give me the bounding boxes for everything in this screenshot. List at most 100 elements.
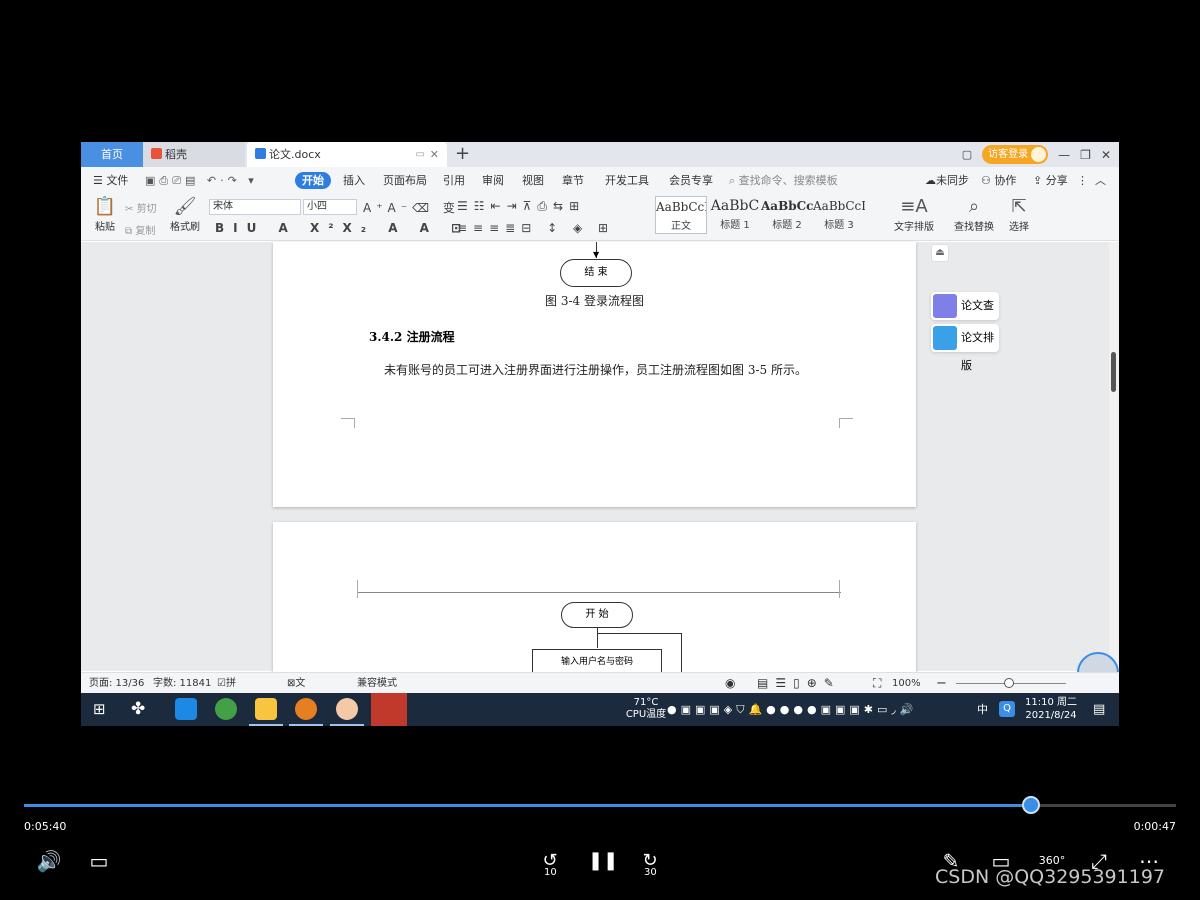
tab-insert[interactable]: 插入: [343, 167, 365, 194]
scrollbar-thumb[interactable]: [1111, 352, 1116, 392]
close-tab-icon[interactable]: ✕: [430, 142, 439, 167]
style-heading-1[interactable]: AaBbC 标题 1: [709, 196, 761, 234]
find-replace-button[interactable]: ⌕ 查找替换: [947, 196, 1001, 233]
font-size-tools[interactable]: A⁺A⁻⌫ 变: [363, 199, 460, 216]
ime-indicator[interactable]: 中: [977, 693, 988, 726]
collapse-ribbon-icon[interactable]: ︿: [1095, 167, 1106, 194]
margin-mark: [341, 418, 355, 428]
document-page[interactable]: 开 始 输入用户名与密码: [273, 522, 916, 682]
font-style-tools[interactable]: BIU A X²X₂ A A ⊡: [215, 221, 470, 235]
restore-icon[interactable]: ❐: [1080, 148, 1091, 162]
paste-button[interactable]: 📋 粘贴: [89, 196, 121, 233]
style-normal[interactable]: AaBbCcI 正文: [655, 196, 707, 234]
font-size-select[interactable]: 小四: [303, 199, 357, 215]
text-layout-button[interactable]: ≡A 文字排版: [887, 196, 941, 233]
view-mode-icons[interactable]: ▤☰▯⊕✎: [757, 673, 841, 694]
share-button[interactable]: ⇪ 分享: [1033, 167, 1068, 194]
vertical-scrollbar[interactable]: [1109, 242, 1119, 671]
format-painter-button[interactable]: 🖌 格式刷: [167, 196, 203, 233]
zoom-level[interactable]: 100%: [892, 673, 921, 694]
forward-seconds: 30: [644, 867, 657, 878]
collapse-panel-icon[interactable]: ⏏: [931, 244, 949, 262]
select-button[interactable]: ⇱ 选择: [1001, 196, 1037, 233]
zoom-slider-knob[interactable]: [1004, 678, 1014, 688]
folder-icon[interactable]: [255, 698, 277, 720]
thesis-check-button[interactable]: 论文查重: [931, 292, 999, 340]
volume-icon[interactable]: 🔊: [36, 847, 62, 875]
cut-button[interactable]: ✂ 剪切: [125, 200, 157, 215]
command-search[interactable]: ⌕ 查找命令、搜索模板: [729, 167, 838, 194]
style-sample: AaBbCcI: [813, 199, 865, 213]
thesis-layout-button[interactable]: 论文排版: [931, 324, 999, 372]
forward-button[interactable]: ↻ 30: [636, 847, 664, 878]
more-icon[interactable]: ⋮: [1077, 167, 1088, 194]
word-count: 字数: 11841: [153, 678, 212, 689]
taskbar-active-indicator: [289, 724, 323, 726]
tab-daoke[interactable]: 稻壳: [143, 142, 245, 167]
fit-page-icon[interactable]: ⛶: [873, 673, 881, 694]
proofread-button[interactable]: ⊠文档校对: [287, 673, 305, 726]
cpu-temp-label: CPU温度: [625, 709, 667, 720]
file-menu[interactable]: ☰ 文件: [93, 167, 128, 194]
copy-button[interactable]: ⧉ 复制: [125, 222, 155, 237]
taskbar-clock[interactable]: 11:10 周二 2021/8/24: [1021, 696, 1081, 722]
layout-doc-icon: [933, 326, 957, 350]
collab-label: 协作: [994, 174, 1017, 187]
tab-view[interactable]: 视图: [522, 167, 544, 194]
tab-home[interactable]: 首页: [81, 142, 143, 167]
minimize-icon[interactable]: —: [1058, 148, 1070, 162]
list-tools[interactable]: ☰☷⇤⇥⊼⎙⇆⊞: [457, 199, 585, 214]
ie-icon[interactable]: [175, 698, 197, 720]
layout-icon[interactable]: ▢: [962, 148, 972, 161]
media-app-icon[interactable]: [295, 698, 317, 720]
new-tab-button[interactable]: +: [455, 142, 470, 166]
clock-date: 2021/8/24: [1025, 710, 1077, 721]
progress-handle[interactable]: [1021, 796, 1040, 814]
font-name-select[interactable]: 宋体: [209, 199, 301, 215]
align-tools[interactable]: ≡≡≡≣⊟ ↕ ◈ ⊞: [457, 221, 614, 235]
rewind-button[interactable]: ↺ 10: [536, 847, 564, 878]
tab-dev-tools[interactable]: 开发工具: [605, 167, 649, 194]
browser-icon[interactable]: [215, 698, 237, 720]
user-app-icon[interactable]: [336, 698, 358, 720]
tab-page-layout[interactable]: 页面布局: [383, 167, 427, 194]
eye-icon[interactable]: ◉: [725, 673, 735, 694]
tab-references[interactable]: 引用: [443, 167, 465, 194]
close-window-icon[interactable]: ✕: [1101, 148, 1111, 162]
word-doc-icon: [255, 148, 266, 159]
windows-start-icon[interactable]: ⊞: [93, 700, 106, 718]
qq-tray-icon[interactable]: Q: [999, 701, 1015, 717]
style-heading-3[interactable]: AaBbCcI 标题 3: [813, 196, 865, 234]
header-rule: [357, 592, 841, 593]
document-page[interactable]: ▼ 结 束 图 3-4 登录流程图 3.4.2 注册流程 未有账号的员工可进入注…: [273, 242, 916, 507]
subtitle-icon[interactable]: ▭: [86, 847, 112, 875]
pinwheel-icon[interactable]: ✤: [131, 699, 145, 719]
login-button[interactable]: 访客登录: [982, 145, 1049, 164]
zoom-out-icon[interactable]: −: [936, 673, 947, 694]
pause-button[interactable]: ❚❚: [588, 847, 618, 875]
style-heading-2[interactable]: AaBbCc 标题 2: [761, 196, 813, 234]
wps-taskbar-icon[interactable]: [371, 693, 407, 726]
csdn-watermark: CSDN @QQ3295391197: [935, 866, 1166, 888]
collab-button[interactable]: ⚇ 协作: [981, 167, 1016, 194]
daoke-icon: [151, 148, 162, 159]
document-workspace[interactable]: ▼ 结 束 图 3-4 登录流程图 3.4.2 注册流程 未有账号的员工可进入注…: [81, 242, 1119, 694]
tab-review[interactable]: 审阅: [482, 167, 504, 194]
body-paragraph: 未有账号的员工可进入注册界面进行注册操作，员工注册流程图如图 3-5 所示。: [384, 363, 807, 377]
sync-status[interactable]: ☁未同步: [925, 167, 969, 194]
cpu-temp-value: 71°C: [633, 697, 659, 708]
style-name: 标题 1: [720, 220, 750, 231]
quick-access-icons[interactable]: ▣⎙⎚▤ ↶·↷ ▾: [145, 167, 258, 194]
cpu-temp-widget: 71°C CPU温度: [621, 697, 671, 726]
taskbar-active-indicator: [330, 724, 364, 726]
pin-icon[interactable]: ▭: [416, 142, 425, 167]
login-label: 访客登录: [988, 149, 1029, 160]
margin-mark: [839, 418, 853, 428]
tab-chapter[interactable]: 章节: [562, 167, 584, 194]
tab-start[interactable]: 开始: [295, 172, 331, 189]
spell-check-button[interactable]: ☑拼写检查: [217, 673, 236, 726]
system-tray-icons[interactable]: ●▣▣▣◈⛉🔔●●●●▣▣▣✱▭◞🔊: [667, 693, 917, 726]
tab-member[interactable]: 会员专享: [669, 167, 713, 194]
tab-document[interactable]: 论文.docx ▭ ✕: [247, 142, 447, 167]
notification-icon[interactable]: ▤: [1093, 693, 1105, 726]
